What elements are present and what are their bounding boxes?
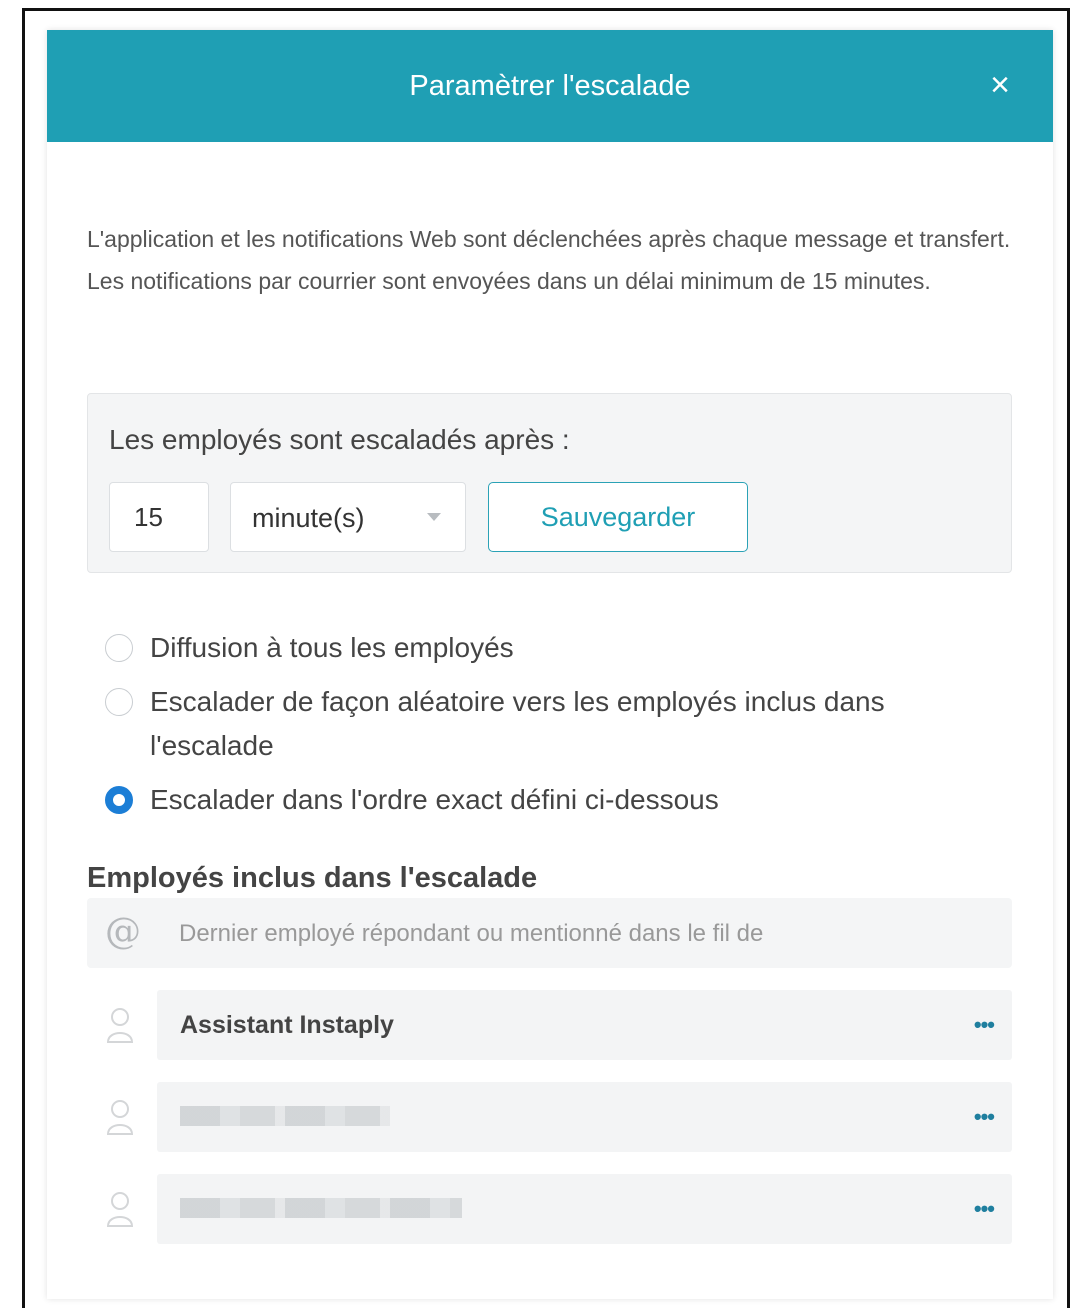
at-sign-icon: @ xyxy=(105,911,141,952)
list-item: ••• xyxy=(87,1082,1012,1152)
more-options-icon[interactable]: ••• xyxy=(974,1012,995,1038)
list-item: Assistant Instaply ••• xyxy=(87,990,1012,1060)
save-button[interactable]: Sauvegarder xyxy=(488,482,748,552)
radio-random-escalation[interactable]: Escalader de façon aléatoire vers les em… xyxy=(105,680,1005,768)
radio-label: Escalader dans l'ordre exact défini ci-d… xyxy=(150,784,719,815)
more-options-icon[interactable]: ••• xyxy=(974,1196,995,1222)
employee-card[interactable]: ••• xyxy=(157,1174,1012,1244)
radio-label: Escalader de façon aléatoire vers les em… xyxy=(150,686,885,761)
modal-header: Paramètrer l'escalade × xyxy=(47,30,1053,142)
employee-card[interactable]: Assistant Instaply ••• xyxy=(157,990,1012,1060)
user-icon xyxy=(106,1100,134,1135)
radio-broadcast-all[interactable]: Diffusion à tous les employés xyxy=(105,626,1005,670)
escalation-mode-radio-group: Diffusion à tous les employés Escalader … xyxy=(105,626,1005,832)
delay-value-input[interactable] xyxy=(109,482,209,552)
radio-unchecked-icon[interactable] xyxy=(105,688,133,716)
radio-ordered-escalation[interactable]: Escalader dans l'ordre exact défini ci-d… xyxy=(105,778,1005,822)
last-responder-label: Dernier employé répondant ou mentionné d… xyxy=(179,920,764,947)
close-icon[interactable]: × xyxy=(985,68,1015,102)
chevron-down-icon xyxy=(427,513,441,521)
delay-label: Les employés sont escaladés après : xyxy=(109,424,570,455)
user-icon xyxy=(106,1192,134,1227)
info-text: L'application et les notifications Web s… xyxy=(87,218,1017,302)
info-line-web: L'application et les notifications Web s… xyxy=(87,226,1011,252)
user-icon xyxy=(106,1008,134,1043)
modal-title: Paramètrer l'escalade xyxy=(409,70,691,102)
delay-unit-select[interactable]: minute(s) xyxy=(230,482,466,552)
radio-label: Diffusion à tous les employés xyxy=(150,632,514,663)
redacted-employee-name xyxy=(180,1198,462,1218)
list-item: ••• xyxy=(87,1174,1012,1244)
more-options-icon[interactable]: ••• xyxy=(974,1104,995,1130)
delay-unit-value: minute(s) xyxy=(252,503,365,533)
employees-section-title: Employés inclus dans l'escalade xyxy=(87,862,538,894)
radio-checked-icon[interactable] xyxy=(105,786,133,814)
redacted-employee-name xyxy=(180,1106,390,1126)
radio-unchecked-icon[interactable] xyxy=(105,634,133,662)
escalation-settings-modal: Paramètrer l'escalade × L'application et… xyxy=(47,30,1053,1299)
escalation-delay-panel: Les employés sont escaladés après : minu… xyxy=(87,393,1012,573)
employee-name: Assistant Instaply xyxy=(180,1011,394,1039)
employee-card[interactable]: ••• xyxy=(157,1082,1012,1152)
last-responder-row: @ Dernier employé répondant ou mentionné… xyxy=(87,898,1012,968)
info-line-mail: Les notifications par courrier sont envo… xyxy=(87,268,931,294)
